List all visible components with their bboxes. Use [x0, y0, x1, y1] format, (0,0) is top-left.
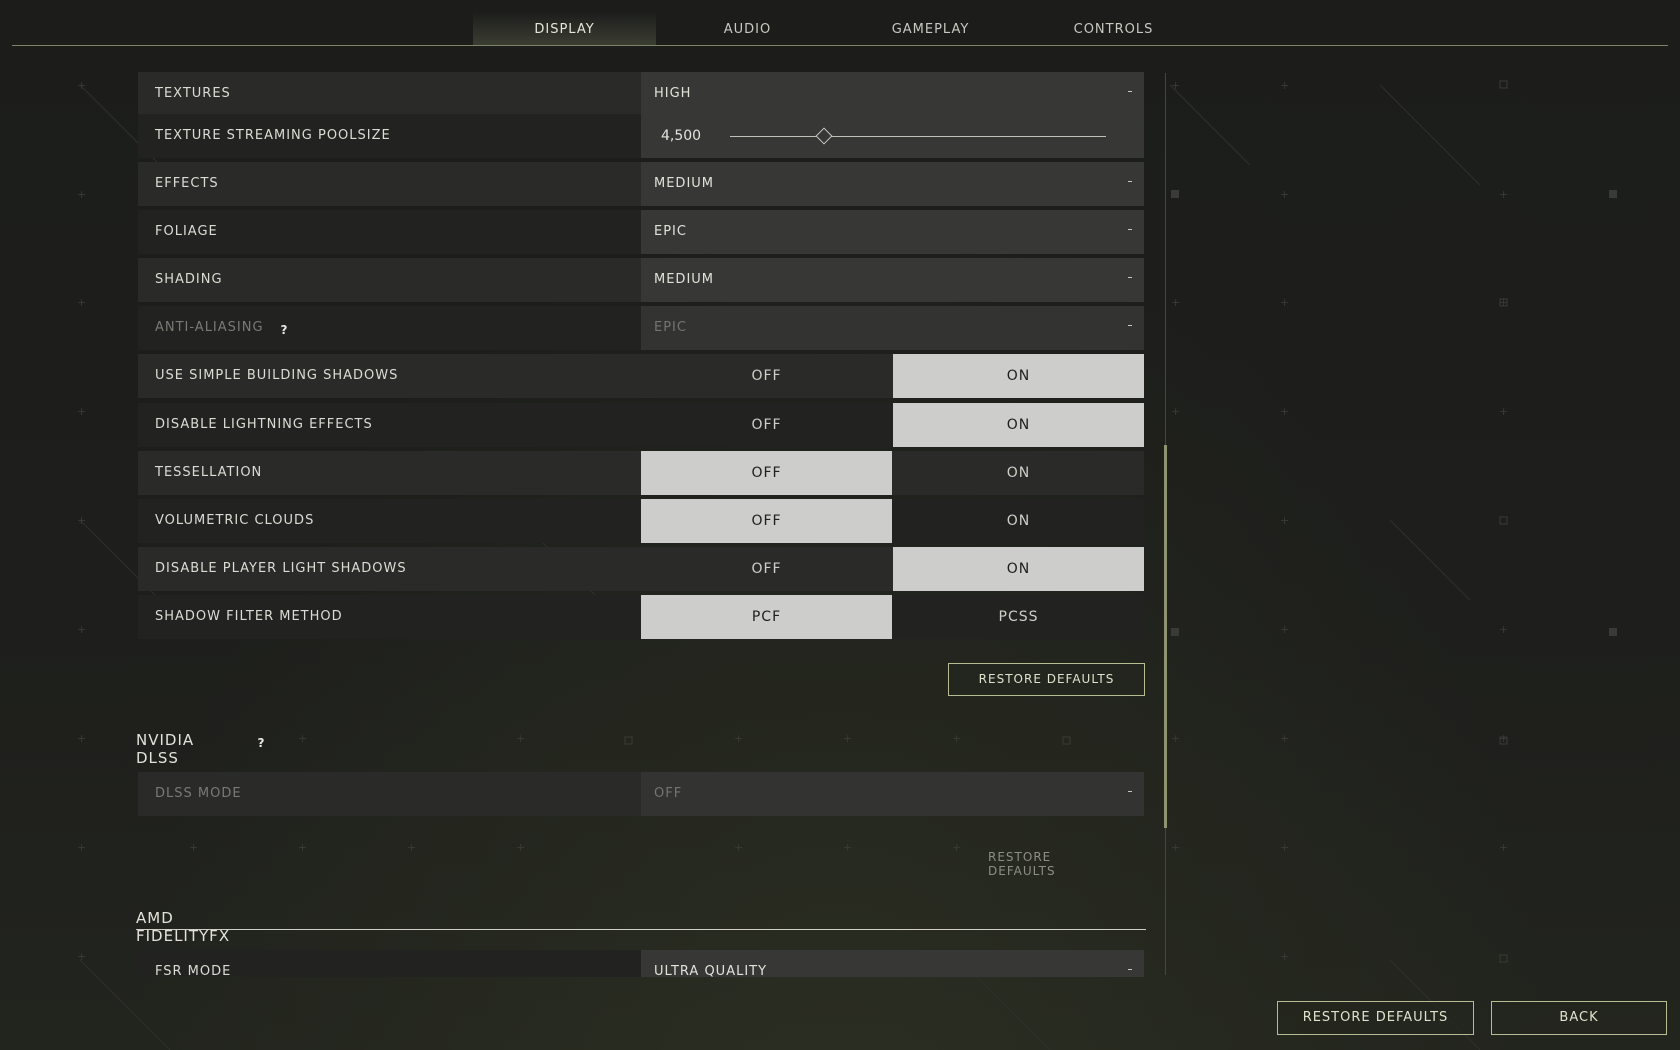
svg-text:+: +	[1280, 514, 1289, 527]
setting-label: FSR MODE	[155, 964, 232, 977]
setting-label: FOLIAGE	[155, 224, 218, 239]
svg-text:+: +	[1280, 950, 1289, 963]
section-divider	[136, 929, 1146, 930]
dropdown-caret-icon	[1128, 325, 1132, 326]
fsr-mode-dropdown[interactable]: ULTRA QUALITY	[641, 950, 1144, 977]
svg-text:+: +	[1280, 405, 1289, 418]
svg-text:+: +	[1280, 79, 1289, 92]
settings-tab-bar: DISPLAY AUDIO GAMEPLAY CONTROLS	[12, 0, 1668, 46]
restore-defaults-display-button[interactable]: RESTORE DEFAULTS	[948, 663, 1145, 696]
setting-label: SHADOW FILTER METHOD	[155, 609, 343, 624]
toggle-off-button[interactable]: OFF	[641, 354, 892, 398]
setting-row-fsr-mode: FSR MODE ULTRA QUALITY	[138, 950, 1144, 977]
setting-row-textures: TEXTURES HIGH	[138, 72, 1144, 116]
dropdown-caret-icon	[1128, 229, 1132, 230]
setting-label: VOLUMETRIC CLOUDS	[155, 513, 315, 528]
setting-row-effects: EFFECTS MEDIUM	[138, 162, 1144, 206]
toggle-off-button[interactable]: OFF	[641, 451, 892, 495]
slider-value: 4,500	[661, 128, 702, 144]
toggle-on-button[interactable]: ON	[893, 354, 1144, 398]
texture-streaming-slider[interactable]: 4,500	[641, 114, 1144, 158]
textures-dropdown[interactable]: HIGH	[641, 72, 1144, 116]
dropdown-value: MEDIUM	[654, 272, 715, 287]
tab-audio[interactable]: AUDIO	[656, 12, 839, 46]
setting-row-foliage: FOLIAGE EPIC	[138, 210, 1144, 254]
setting-label: EFFECTS	[155, 176, 219, 191]
setting-row-disable-player-light-shadows: DISABLE PLAYER LIGHT SHADOWS OFF ON	[138, 547, 1144, 591]
dropdown-caret-icon	[1128, 277, 1132, 278]
section-title-dlss: NVIDIA DLSS	[136, 731, 195, 767]
setting-row-volumetric-clouds: VOLUMETRIC CLOUDS OFF ON	[138, 499, 1144, 543]
shadow-filter-pcss-button[interactable]: PCSS	[893, 595, 1144, 639]
svg-text:+: +	[1280, 732, 1289, 745]
restore-defaults-button[interactable]: RESTORE DEFAULTS	[1277, 1001, 1474, 1035]
svg-text:+: +	[1499, 623, 1508, 636]
dropdown-value: HIGH	[654, 86, 692, 101]
dropdown-value: MEDIUM	[654, 176, 715, 191]
dropdown-value: ULTRA QUALITY	[654, 964, 768, 977]
toggle-on-button[interactable]: ON	[893, 547, 1144, 591]
svg-text:+: +	[1499, 405, 1508, 418]
tab-gameplay[interactable]: GAMEPLAY	[839, 12, 1022, 46]
svg-text:+: +	[1499, 841, 1508, 854]
back-button[interactable]: BACK	[1491, 1001, 1667, 1035]
setting-row-shading: SHADING MEDIUM	[138, 258, 1144, 302]
dropdown-caret-icon	[1128, 91, 1132, 92]
setting-label: ANTI-ALIASING	[155, 320, 264, 335]
setting-label: USE SIMPLE BUILDING SHADOWS	[155, 368, 399, 383]
svg-text:+: +	[1499, 188, 1508, 201]
dropdown-caret-icon	[1128, 969, 1132, 970]
tab-controls[interactable]: CONTROLS	[1022, 12, 1205, 46]
setting-row-disable-lightning: DISABLE LIGHTNING EFFECTS OFF ON	[138, 403, 1144, 447]
shadow-filter-pcf-button[interactable]: PCF	[641, 595, 892, 639]
svg-text:+: +	[1280, 841, 1289, 854]
toggle-on-button[interactable]: ON	[893, 403, 1144, 447]
section-title-fidelityfx: AMD FIDELITYFX	[136, 909, 231, 945]
setting-label: TESSELLATION	[155, 465, 263, 480]
scrollbar-thumb[interactable]	[1164, 445, 1167, 828]
dlss-mode-dropdown: OFF	[641, 772, 1144, 816]
restore-defaults-dlss-button[interactable]: RESTORE DEFAULTS	[988, 850, 1056, 878]
setting-label: DLSS MODE	[155, 786, 242, 801]
setting-row-tessellation: TESSELLATION OFF ON	[138, 451, 1144, 495]
setting-row-shadow-filter: SHADOW FILTER METHOD PCF PCSS	[138, 595, 1144, 639]
effects-dropdown[interactable]: MEDIUM	[641, 162, 1144, 206]
dlss-help-icon[interactable]: ?	[252, 734, 270, 752]
toggle-off-button[interactable]: OFF	[641, 499, 892, 543]
svg-text:+: +	[1280, 188, 1289, 201]
setting-label: TEXTURES	[155, 86, 231, 101]
setting-label: DISABLE LIGHTNING EFFECTS	[155, 417, 373, 432]
setting-row-simple-building-shadows: USE SIMPLE BUILDING SHADOWS OFF ON	[138, 354, 1144, 398]
slider-track[interactable]	[730, 136, 1106, 137]
dropdown-value: EPIC	[654, 224, 687, 239]
shading-dropdown[interactable]: MEDIUM	[641, 258, 1144, 302]
settings-scroll-area[interactable]: TEXTURES HIGH TEXTURE STREAMING POOLSIZE…	[0, 60, 1180, 977]
foliage-dropdown[interactable]: EPIC	[641, 210, 1144, 254]
anti-aliasing-dropdown: EPIC	[641, 306, 1144, 350]
setting-row-dlss-mode: DLSS MODE OFF	[138, 772, 1144, 816]
setting-label: DISABLE PLAYER LIGHT SHADOWS	[155, 561, 407, 576]
dropdown-value: OFF	[654, 786, 683, 801]
setting-row-anti-aliasing: ANTI-ALIASING ? EPIC	[138, 306, 1144, 350]
dropdown-caret-icon	[1128, 181, 1132, 182]
toggle-on-button[interactable]: ON	[893, 451, 1144, 495]
setting-row-texture-streaming: TEXTURE STREAMING POOLSIZE 4,500	[138, 114, 1144, 158]
dropdown-caret-icon	[1128, 791, 1132, 792]
toggle-off-button[interactable]: OFF	[641, 403, 892, 447]
svg-text:+: +	[1280, 296, 1289, 309]
dropdown-value: EPIC	[654, 320, 687, 335]
slider-handle-icon[interactable]	[815, 127, 833, 145]
setting-label: SHADING	[155, 272, 223, 287]
tab-display[interactable]: DISPLAY	[473, 12, 656, 46]
setting-label: TEXTURE STREAMING POOLSIZE	[155, 128, 391, 143]
toggle-off-button[interactable]: OFF	[641, 547, 892, 591]
svg-text:+: +	[1280, 623, 1289, 636]
toggle-on-button[interactable]: ON	[893, 499, 1144, 543]
help-icon[interactable]: ?	[275, 321, 293, 339]
